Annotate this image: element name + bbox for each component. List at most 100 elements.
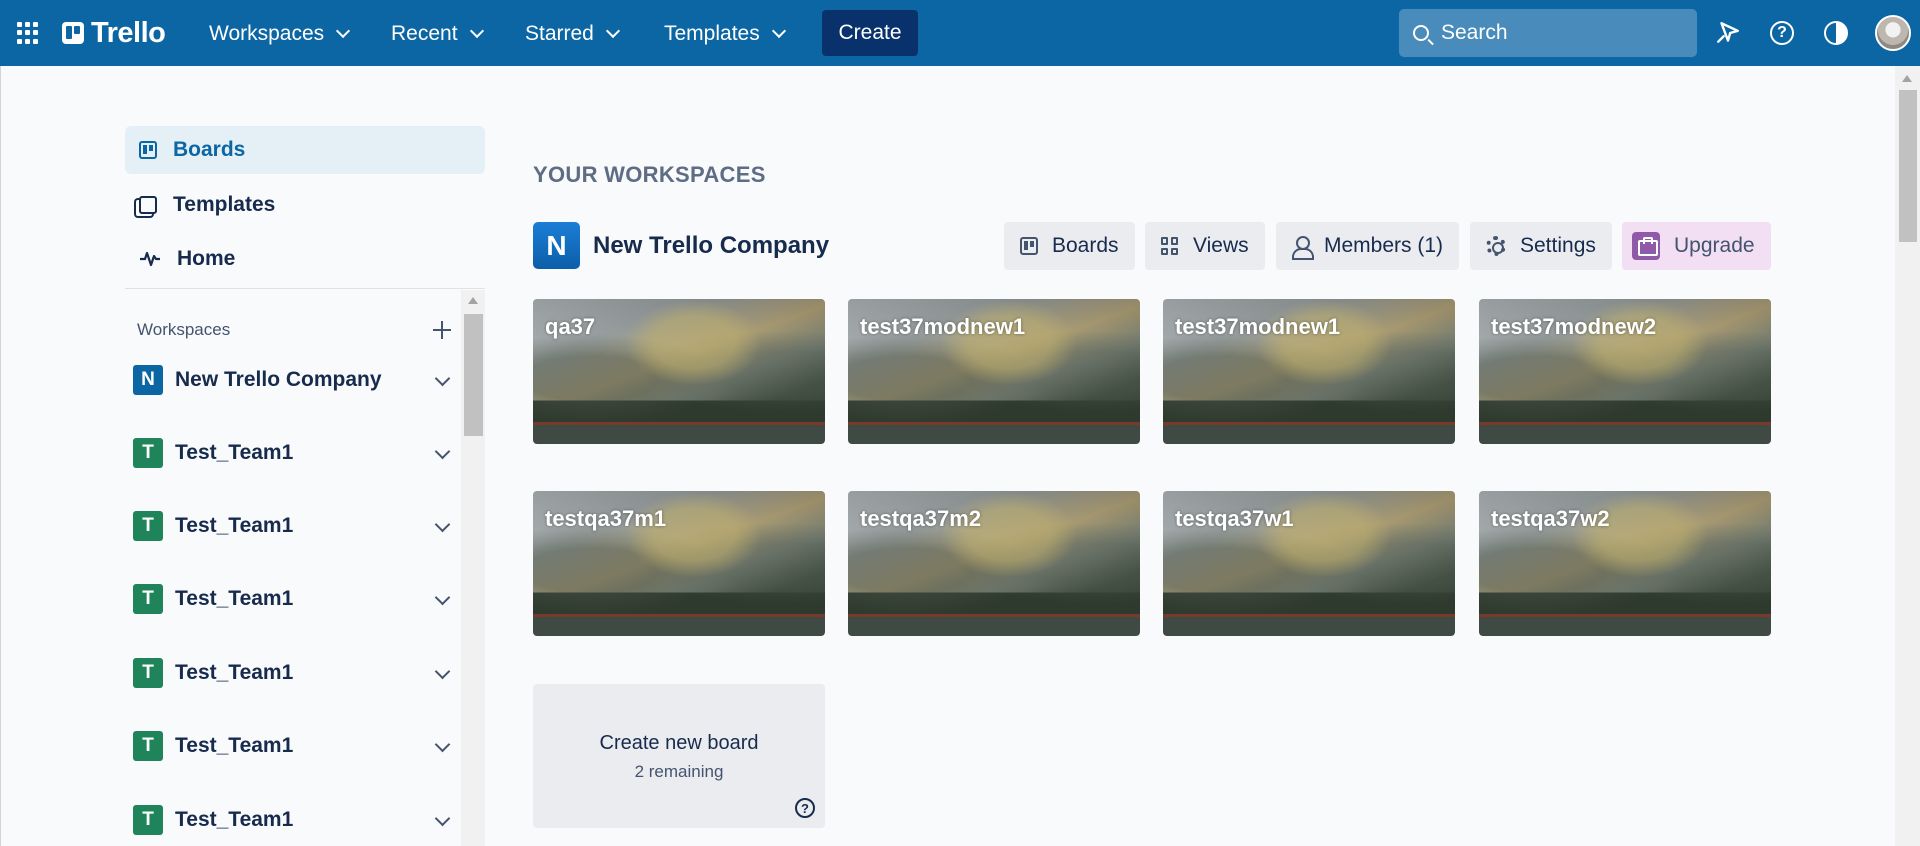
sidebar-scrollbar[interactable] bbox=[461, 290, 485, 846]
workspace-upgrade-label: Upgrade bbox=[1674, 234, 1755, 257]
workspace-boards-label: Boards bbox=[1052, 234, 1119, 257]
nav-templates-button[interactable]: Templates bbox=[660, 16, 788, 52]
scrollbar-thumb[interactable] bbox=[1899, 90, 1917, 242]
section-title: YOUR WORKSPACES bbox=[533, 162, 766, 187]
sidebar-workspace-item[interactable]: T Test_Team1 bbox=[125, 643, 460, 703]
board-title: testqa37w2 bbox=[1491, 506, 1610, 531]
page-scrollbar[interactable] bbox=[1895, 66, 1920, 846]
sidebar-item-label: Templates bbox=[173, 193, 276, 216]
gear-icon bbox=[1486, 236, 1506, 256]
avatar[interactable] bbox=[1875, 15, 1911, 51]
nav-recent-label: Recent bbox=[391, 22, 458, 45]
theme-icon bbox=[1824, 21, 1848, 45]
notifications-icon bbox=[1717, 22, 1739, 43]
scroll-up-arrow-icon[interactable] bbox=[1902, 75, 1912, 82]
chevron-down-icon[interactable] bbox=[434, 736, 451, 753]
sidebar-workspace-item[interactable]: T Test_Team1 bbox=[125, 569, 460, 629]
apps-grid-icon[interactable] bbox=[17, 22, 39, 44]
help-icon[interactable]: ? bbox=[795, 798, 815, 818]
workspace-badge: T bbox=[133, 658, 163, 688]
top-navigation-bar: Trello Workspaces Recent Starred Templat… bbox=[0, 0, 1920, 66]
workspace-badge: T bbox=[133, 584, 163, 614]
trello-logo-icon bbox=[62, 22, 84, 44]
views-icon bbox=[1161, 237, 1179, 255]
workspace-boards-button[interactable]: Boards bbox=[1004, 222, 1135, 270]
workspace-badge: T bbox=[133, 731, 163, 761]
workspace-views-label: Views bbox=[1193, 234, 1249, 257]
create-new-board-tile[interactable]: Create new board 2 remaining ? bbox=[533, 684, 825, 828]
sidebar-item-home[interactable]: Home bbox=[125, 235, 485, 283]
sidebar-workspace-item[interactable]: N New Trello Company bbox=[125, 350, 460, 410]
workspace-badge: T bbox=[133, 438, 163, 468]
workspace-name: Test_Team1 bbox=[175, 661, 294, 684]
sidebar-workspace-item[interactable]: T Test_Team1 bbox=[125, 423, 460, 483]
sidebar-workspace-item[interactable]: T Test_Team1 bbox=[125, 716, 460, 776]
workspace-badge: T bbox=[133, 511, 163, 541]
board-tile[interactable]: testqa37m1 bbox=[533, 491, 825, 636]
chevron-down-icon[interactable] bbox=[434, 443, 451, 460]
chevron-down-icon[interactable] bbox=[434, 663, 451, 680]
scrollbar-thumb[interactable] bbox=[464, 314, 483, 436]
sidebar-workspace-item[interactable]: T Test_Team1 bbox=[125, 790, 460, 846]
scroll-up-arrow-icon[interactable] bbox=[468, 297, 478, 304]
board-icon bbox=[139, 141, 157, 159]
board-title: test37modnew1 bbox=[860, 314, 1026, 339]
sidebar-item-boards[interactable]: Boards bbox=[125, 126, 485, 174]
nav-recent-button[interactable]: Recent bbox=[387, 16, 486, 52]
chevron-down-icon[interactable] bbox=[434, 370, 451, 387]
member-icon bbox=[1292, 236, 1314, 260]
upgrade-icon bbox=[1632, 232, 1660, 260]
chevron-down-icon bbox=[771, 23, 786, 39]
trello-logo[interactable]: Trello bbox=[62, 16, 166, 49]
board-title: testqa37w1 bbox=[1175, 506, 1294, 531]
board-title: qa37 bbox=[545, 314, 596, 339]
workspace-name: Test_Team1 bbox=[175, 587, 294, 610]
sidebar-item-label: Boards bbox=[173, 138, 246, 161]
board-title: testqa37m2 bbox=[860, 506, 982, 531]
sidebar-workspaces-list[interactable]: Workspaces N New Trello Company T Test_T… bbox=[125, 290, 485, 846]
workspace-name: Test_Team1 bbox=[175, 441, 294, 464]
brand-name: Trello bbox=[91, 16, 166, 49]
board-tile[interactable]: testqa37w1 bbox=[1163, 491, 1455, 636]
create-button[interactable]: Create bbox=[822, 10, 918, 56]
board-title: test37modnew2 bbox=[1491, 314, 1657, 339]
board-tile[interactable]: qa37 bbox=[533, 299, 825, 444]
template-icon bbox=[139, 196, 157, 214]
nav-workspaces-button[interactable]: Workspaces bbox=[205, 16, 352, 52]
board-title: testqa37m1 bbox=[545, 506, 667, 531]
workspace-name: New Trello Company bbox=[175, 368, 382, 391]
workspaces-heading: Workspaces bbox=[137, 320, 231, 339]
workspace-members-label: Members (1) bbox=[1324, 234, 1444, 257]
workspace-badge: T bbox=[133, 805, 163, 835]
chevron-down-icon[interactable] bbox=[434, 516, 451, 533]
board-title: test37modnew1 bbox=[1175, 314, 1341, 339]
boards-remaining-count: 2 remaining bbox=[634, 762, 724, 781]
theme-toggle-button[interactable] bbox=[1821, 18, 1851, 48]
workspace-upgrade-button[interactable]: Upgrade bbox=[1622, 222, 1771, 270]
page-left-border bbox=[0, 66, 1, 846]
board-tile[interactable]: test37modnew1 bbox=[848, 299, 1140, 444]
sidebar-item-templates[interactable]: Templates bbox=[125, 181, 485, 229]
board-tile[interactable]: testqa37w2 bbox=[1479, 491, 1771, 636]
board-icon bbox=[1020, 237, 1038, 255]
add-workspace-plus-icon[interactable] bbox=[432, 320, 452, 340]
help-button[interactable]: ? bbox=[1767, 18, 1797, 48]
chevron-down-icon[interactable] bbox=[434, 810, 451, 827]
chevron-down-icon[interactable] bbox=[434, 589, 451, 606]
workspace-settings-button[interactable]: Settings bbox=[1470, 222, 1612, 270]
board-tile[interactable]: test37modnew2 bbox=[1479, 299, 1771, 444]
search-icon bbox=[1413, 25, 1429, 41]
nav-templates-label: Templates bbox=[664, 22, 760, 45]
notifications-button[interactable] bbox=[1713, 18, 1743, 48]
chevron-down-icon bbox=[336, 23, 351, 39]
workspace-name: Test_Team1 bbox=[175, 734, 294, 757]
workspace-members-button[interactable]: Members (1) bbox=[1276, 222, 1460, 270]
search-input[interactable]: Search bbox=[1399, 9, 1697, 57]
board-tile[interactable]: testqa37m2 bbox=[848, 491, 1140, 636]
workspace-views-button[interactable]: Views bbox=[1145, 222, 1265, 270]
board-tile[interactable]: test37modnew1 bbox=[1163, 299, 1455, 444]
nav-starred-button[interactable]: Starred bbox=[521, 16, 622, 52]
sidebar-workspace-item[interactable]: T Test_Team1 bbox=[125, 496, 460, 556]
create-board-label: Create new board bbox=[599, 732, 759, 754]
chevron-down-icon bbox=[469, 23, 484, 39]
